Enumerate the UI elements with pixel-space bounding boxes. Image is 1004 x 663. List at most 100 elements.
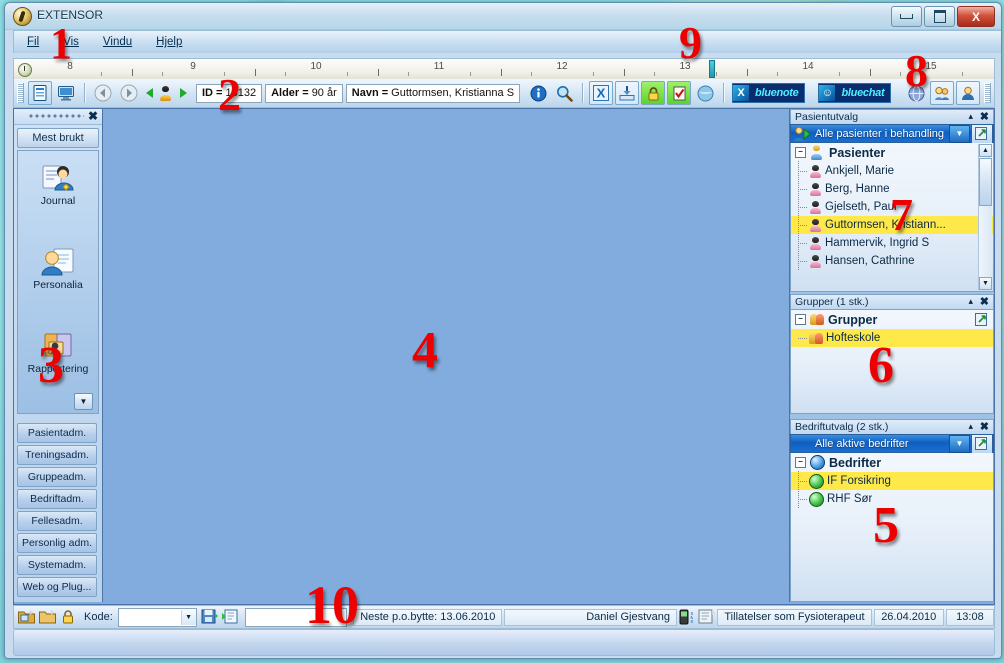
drag-dots-icon[interactable] bbox=[28, 113, 84, 119]
status-cell-date: 26.04.2010 bbox=[873, 608, 944, 626]
code-combo[interactable]: ▼ bbox=[117, 607, 197, 627]
left-dock-header[interactable]: Mest brukt bbox=[17, 128, 99, 148]
group-tree[interactable]: − Grupper Hofteskole bbox=[790, 309, 994, 414]
scrollbar-thumb[interactable] bbox=[979, 158, 992, 206]
toolbar-grip[interactable] bbox=[17, 83, 24, 103]
company-tree-root[interactable]: − Bedrifter bbox=[791, 453, 993, 472]
search-icon[interactable] bbox=[552, 81, 576, 105]
mdi-workspace[interactable] bbox=[103, 109, 800, 602]
monitor-icon[interactable] bbox=[54, 81, 78, 105]
permissions-icon[interactable] bbox=[698, 609, 716, 625]
status-free-input[interactable] bbox=[244, 607, 348, 627]
scroll-down-icon[interactable]: ▼ bbox=[979, 277, 992, 290]
ruler-time-marker[interactable] bbox=[709, 60, 715, 78]
expander-icon[interactable]: − bbox=[795, 314, 806, 325]
panel-pin-icon[interactable]: ▴ bbox=[968, 111, 973, 122]
module-button-personlig-adm[interactable]: Personlig adm. bbox=[17, 533, 97, 553]
module-button-treningsadm[interactable]: Treningsadm. bbox=[17, 445, 97, 465]
timeline-ruler[interactable]: 8 9 10 11 12 13 14 15 bbox=[13, 58, 995, 80]
patient-id-field[interactable]: ID = 10132 bbox=[196, 83, 263, 103]
group-refresh-icon[interactable] bbox=[975, 313, 989, 329]
panel-close-icon[interactable]: ✖ bbox=[980, 420, 989, 433]
nav-back-icon[interactable] bbox=[91, 81, 115, 105]
save-code-icon[interactable] bbox=[201, 609, 218, 625]
company-filter-combo[interactable]: Alle aktive bedrifter ▼ bbox=[790, 433, 994, 454]
company-filter-chevron-down-icon[interactable]: ▼ bbox=[949, 434, 970, 453]
panel-close-icon[interactable]: ✖ bbox=[980, 295, 989, 308]
shortcut-journal[interactable]: Journal bbox=[18, 163, 98, 207]
patient-node[interactable]: Ankjell, Marie bbox=[791, 161, 993, 180]
left-dock-close-icon[interactable]: ✖ bbox=[88, 109, 98, 123]
patient-card-icon[interactable] bbox=[28, 81, 52, 105]
menu-label-vindu: Vindu bbox=[102, 36, 133, 48]
menu-item-vindu[interactable]: Vindu bbox=[98, 34, 137, 50]
menu-item-fil[interactable]: Fil bbox=[22, 34, 44, 50]
patient-age-field[interactable]: Alder = 90 år bbox=[265, 83, 343, 103]
module-button-pasientadm[interactable]: Pasientadm. bbox=[17, 423, 97, 443]
new-record-icon[interactable] bbox=[18, 609, 35, 625]
left-dock-panel: ✖ Mest brukt Journal Personalia Rapporte… bbox=[14, 109, 103, 602]
patient-filter-combo[interactable]: Alle pasienter i behandling ▼ bbox=[790, 123, 994, 144]
next-patient-icon[interactable] bbox=[176, 81, 189, 105]
left-dock-caption: ✖ bbox=[14, 109, 102, 125]
single-user-icon[interactable] bbox=[956, 81, 980, 105]
panel-pin-icon[interactable]: ▴ bbox=[968, 296, 973, 307]
sms-icon[interactable]: SMS bbox=[679, 609, 695, 625]
toolbar-grip[interactable] bbox=[984, 83, 991, 103]
excel-export-icon[interactable]: X bbox=[589, 81, 614, 105]
company-name: RHF Sør bbox=[827, 493, 873, 505]
panel-pin-icon[interactable]: ▴ bbox=[968, 421, 973, 432]
patient-node[interactable]: Gjelseth, Paul bbox=[791, 197, 993, 216]
module-button-web-og-plug[interactable]: Web og Plug... bbox=[17, 577, 97, 597]
panel-close-icon[interactable]: ✖ bbox=[980, 110, 989, 123]
bluechat-button[interactable]: ☺ bluechat bbox=[818, 83, 892, 103]
expander-icon[interactable]: − bbox=[795, 457, 806, 468]
patient-filter-refresh-icon[interactable] bbox=[971, 123, 993, 144]
group-users-icon[interactable] bbox=[930, 81, 954, 105]
patient-node-selected[interactable]: Guttormsen, Kristiann... bbox=[791, 215, 993, 234]
patient-node[interactable]: Berg, Hanne bbox=[791, 179, 993, 198]
nav-forward-icon[interactable] bbox=[117, 81, 141, 105]
group-node-selected[interactable]: Hofteskole bbox=[791, 329, 993, 347]
patient-tree[interactable]: − Pasienter Ankjell, Marie Berg, Hanne G… bbox=[790, 143, 994, 292]
module-button-fellesadm[interactable]: Fellesadm. bbox=[17, 511, 97, 531]
company-node-selected[interactable]: IF Forsikring bbox=[791, 471, 993, 490]
shortcut-scroll-down-button[interactable]: ▼ bbox=[74, 393, 93, 410]
globe-blue-icon[interactable] bbox=[693, 81, 717, 105]
module-button-systemadm[interactable]: Systemadm. bbox=[17, 555, 97, 575]
menu-item-hjelp[interactable]: Hjelp bbox=[151, 34, 187, 50]
patient-node[interactable]: Hammervik, Ingrid S bbox=[791, 233, 993, 252]
group-tree-root[interactable]: − Grupper bbox=[791, 310, 993, 329]
expander-icon[interactable]: − bbox=[795, 147, 806, 158]
transfer-code-icon[interactable] bbox=[221, 609, 239, 625]
shortcut-rapportering[interactable]: Rapportering bbox=[18, 331, 98, 375]
close-button[interactable]: X bbox=[957, 6, 995, 27]
panel-title: Bedriftutvalg (2 stk.) bbox=[795, 421, 889, 433]
info-icon[interactable] bbox=[526, 81, 550, 105]
company-filter-refresh-icon[interactable] bbox=[971, 433, 993, 454]
checklist-icon[interactable] bbox=[667, 81, 692, 105]
current-patient-icon[interactable] bbox=[158, 81, 174, 105]
shortcut-personalia[interactable]: Personalia bbox=[18, 247, 98, 291]
company-tree[interactable]: − Bedrifter IF Forsikring RHF Sør bbox=[790, 453, 994, 602]
module-button-bedriftadm[interactable]: Bedriftadm. bbox=[17, 489, 97, 509]
patient-filter-chevron-down-icon[interactable]: ▼ bbox=[949, 124, 970, 143]
open-folder-icon[interactable] bbox=[39, 609, 56, 625]
maximize-button[interactable] bbox=[924, 6, 955, 27]
patient-tree-scrollbar[interactable]: ▲ ▼ bbox=[978, 144, 992, 290]
lock-status-icon[interactable] bbox=[60, 609, 76, 625]
menu-item-vis[interactable]: Vis bbox=[58, 34, 84, 50]
lock-icon[interactable] bbox=[641, 81, 666, 105]
bluenote-button[interactable]: X bluenote bbox=[732, 83, 806, 103]
web-globe-icon[interactable] bbox=[904, 81, 928, 105]
scroll-up-icon[interactable]: ▲ bbox=[979, 144, 992, 157]
patient-name-field[interactable]: Navn = Guttormsen, Kristianna S bbox=[345, 83, 521, 103]
minimize-button[interactable] bbox=[891, 6, 922, 27]
patient-tree-root[interactable]: − Pasienter bbox=[791, 143, 993, 162]
patient-node[interactable]: Hansen, Cathrine bbox=[791, 251, 993, 270]
import-icon[interactable] bbox=[615, 81, 640, 105]
code-chevron-down-icon[interactable]: ▼ bbox=[180, 609, 196, 625]
module-button-gruppeadm[interactable]: Gruppeadm. bbox=[17, 467, 97, 487]
company-node[interactable]: RHF Sør bbox=[791, 489, 993, 508]
prev-patient-icon[interactable] bbox=[143, 81, 156, 105]
